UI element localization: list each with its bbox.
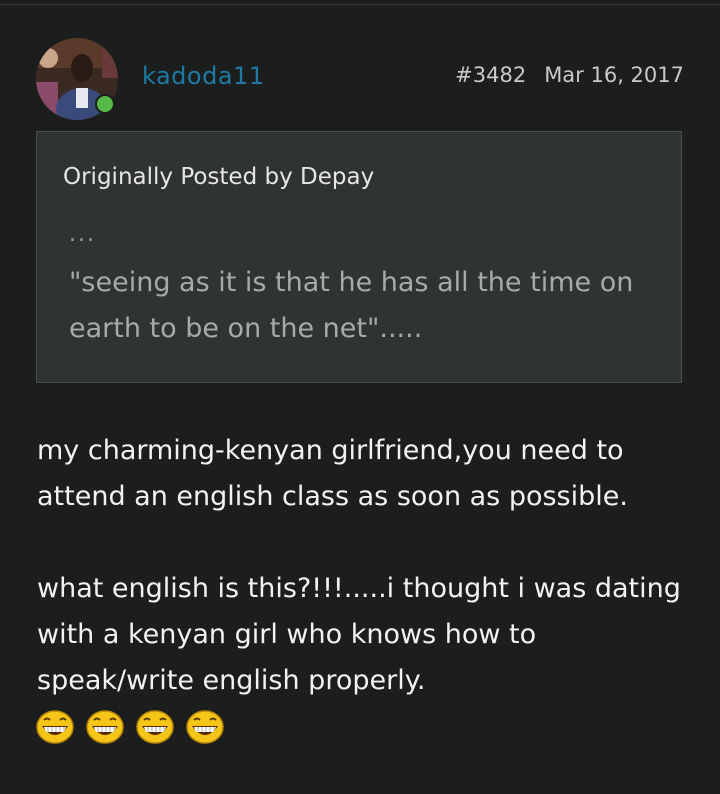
username-link[interactable]: kadoda11	[142, 62, 265, 90]
post-paragraph: my charming-kenyan girlfriend,you need t…	[37, 435, 628, 512]
post-body: my charming-kenyan girlfriend,you need t…	[37, 428, 697, 704]
grinning-face-icon	[136, 710, 174, 744]
quote-attribution[interactable]: Originally Posted by Depay	[63, 164, 374, 190]
emoji-row	[36, 710, 224, 744]
online-status-indicator	[95, 94, 115, 114]
quote-block: Originally Posted by Depay ... "seeing a…	[36, 131, 682, 383]
post-date[interactable]: Mar 16, 2017	[544, 63, 684, 87]
post-meta: #3482 Mar 16, 2017	[455, 63, 684, 87]
quote-text: "seeing as it is that he has all the tim…	[69, 267, 634, 344]
grinning-face-icon	[36, 710, 74, 744]
grinning-face-icon	[86, 710, 124, 744]
quote-ellipsis: ...	[69, 222, 96, 247]
post-header: kadoda11 #3482 Mar 16, 2017	[0, 0, 720, 120]
grinning-face-icon	[186, 710, 224, 744]
post-paragraph: what english is this?!!!.....i thought i…	[37, 573, 681, 696]
post-number-link[interactable]: #3482	[455, 63, 526, 87]
